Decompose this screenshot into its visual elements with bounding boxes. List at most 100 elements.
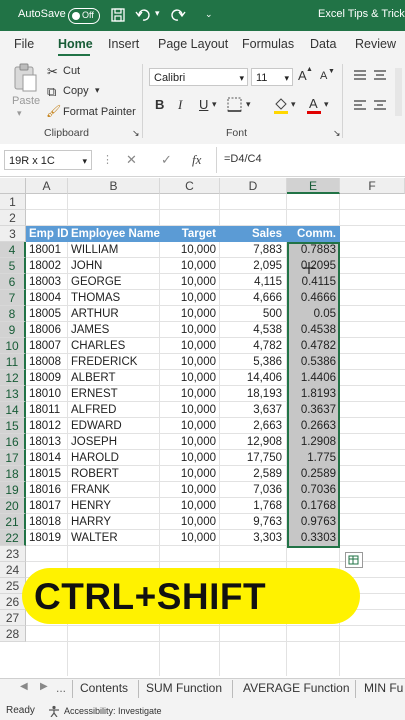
table-cell[interactable]: 1,768 bbox=[220, 498, 287, 514]
table-cell[interactable]: 18006 bbox=[26, 322, 68, 338]
table-header-cell[interactable]: Employee Name bbox=[68, 226, 160, 242]
row-header[interactable]: 3 bbox=[0, 226, 26, 242]
table-cell[interactable]: 4,666 bbox=[220, 290, 287, 306]
table-cell[interactable]: 10,000 bbox=[160, 338, 220, 354]
font-launcher-icon[interactable]: ↘ bbox=[333, 128, 341, 139]
column-header-f[interactable]: F bbox=[340, 178, 405, 194]
tab-page-layout[interactable]: Page Layout bbox=[158, 37, 228, 51]
copy-icon[interactable]: ⧉ bbox=[47, 84, 56, 100]
name-box[interactable]: 19R x 1C ▾ bbox=[4, 150, 92, 170]
accessibility-status[interactable]: Accessibility: Investigate bbox=[64, 706, 162, 716]
table-cell[interactable]: JAMES bbox=[68, 322, 160, 338]
table-cell[interactable]: 14,406 bbox=[220, 370, 287, 386]
row-header[interactable]: 15 bbox=[0, 418, 26, 434]
row-header[interactable]: 28 bbox=[0, 626, 26, 642]
next-sheet-icon[interactable]: ▶ bbox=[40, 681, 48, 692]
table-cell[interactable]: ROBERT bbox=[68, 466, 160, 482]
table-cell[interactable]: 10,000 bbox=[160, 514, 220, 530]
table-cell[interactable]: THOMAS bbox=[68, 290, 160, 306]
row-header[interactable]: 11 bbox=[0, 354, 26, 370]
table-cell[interactable]: ERNEST bbox=[68, 386, 160, 402]
table-cell[interactable]: EDWARD bbox=[68, 418, 160, 434]
table-cell[interactable]: 18016 bbox=[26, 482, 68, 498]
enter-icon[interactable]: ✓ bbox=[161, 152, 172, 168]
tab-insert[interactable]: Insert bbox=[108, 37, 139, 51]
column-header-e[interactable]: E bbox=[287, 178, 340, 194]
row-header[interactable]: 22 bbox=[0, 530, 26, 546]
table-cell[interactable]: 18013 bbox=[26, 434, 68, 450]
row-header[interactable]: 23 bbox=[0, 546, 26, 562]
decrease-font-size-icon[interactable]: A bbox=[320, 70, 327, 82]
table-cell[interactable]: 7,883 bbox=[220, 242, 287, 258]
row-header[interactable]: 12 bbox=[0, 370, 26, 386]
format-painter-icon[interactable]: 🖌 bbox=[46, 104, 61, 118]
table-cell[interactable]: 18014 bbox=[26, 450, 68, 466]
table-cell[interactable]: 10,000 bbox=[160, 418, 220, 434]
row-header[interactable]: 7 bbox=[0, 290, 26, 306]
table-cell[interactable]: 18003 bbox=[26, 274, 68, 290]
sheet-tab-sum-function[interactable]: SUM Function bbox=[146, 681, 222, 695]
table-cell[interactable]: 5,386 bbox=[220, 354, 287, 370]
copy-button[interactable]: Copy bbox=[63, 85, 89, 97]
sheet-tab-average-function[interactable]: AVERAGE Function bbox=[243, 681, 350, 695]
cut-button[interactable]: Cut bbox=[63, 65, 80, 77]
alignment-icons[interactable] bbox=[352, 68, 402, 116]
row-header[interactable]: 21 bbox=[0, 514, 26, 530]
row-header[interactable]: 14 bbox=[0, 402, 26, 418]
table-cell[interactable]: 10,000 bbox=[160, 498, 220, 514]
table-cell[interactable]: WILLIAM bbox=[68, 242, 160, 258]
quick-analysis-icon[interactable] bbox=[345, 552, 363, 568]
fill-color-dropdown-icon[interactable]: ▾ bbox=[291, 99, 296, 110]
table-cell[interactable]: HAROLD bbox=[68, 450, 160, 466]
table-cell[interactable]: 10,000 bbox=[160, 402, 220, 418]
sheet-tab-contents[interactable]: Contents bbox=[80, 681, 128, 695]
table-cell[interactable]: 10,000 bbox=[160, 258, 220, 274]
row-header[interactable]: 10 bbox=[0, 338, 26, 354]
table-cell[interactable]: GEORGE bbox=[68, 274, 160, 290]
insert-function-icon[interactable]: fx bbox=[192, 152, 201, 168]
table-cell[interactable]: 12,908 bbox=[220, 434, 287, 450]
table-cell[interactable]: 10,000 bbox=[160, 274, 220, 290]
table-cell[interactable]: 18005 bbox=[26, 306, 68, 322]
accessibility-icon[interactable] bbox=[48, 705, 60, 717]
table-cell[interactable]: 10,000 bbox=[160, 370, 220, 386]
table-header-cell[interactable]: Sales bbox=[220, 226, 287, 242]
table-cell[interactable]: 4,115 bbox=[220, 274, 287, 290]
table-cell[interactable]: WALTER bbox=[68, 530, 160, 546]
sheet-tab-min-function[interactable]: MIN Fu bbox=[364, 681, 403, 695]
customize-toolbar-icon[interactable]: ⌄ bbox=[205, 9, 213, 20]
paste-dropdown-icon[interactable]: ▾ bbox=[17, 108, 22, 119]
table-cell[interactable]: FRANK bbox=[68, 482, 160, 498]
column-header-c[interactable]: C bbox=[160, 178, 220, 194]
table-cell[interactable]: 18001 bbox=[26, 242, 68, 258]
italic-button[interactable]: I bbox=[178, 97, 182, 113]
table-cell[interactable]: 4,538 bbox=[220, 322, 287, 338]
tab-home[interactable]: Home bbox=[58, 37, 93, 51]
table-cell[interactable]: 18010 bbox=[26, 386, 68, 402]
row-header[interactable]: 20 bbox=[0, 498, 26, 514]
table-header-cell[interactable]: Emp ID bbox=[26, 226, 68, 242]
table-cell[interactable]: 500 bbox=[220, 306, 287, 322]
cut-icon[interactable]: ✂ bbox=[47, 64, 58, 80]
undo-dropdown-icon[interactable]: ▾ bbox=[155, 8, 160, 19]
table-cell[interactable]: HENRY bbox=[68, 498, 160, 514]
table-cell[interactable]: 3,303 bbox=[220, 530, 287, 546]
table-cell[interactable]: ARTHUR bbox=[68, 306, 160, 322]
redo-icon[interactable] bbox=[170, 7, 186, 23]
format-painter-button[interactable]: Format Painter bbox=[63, 106, 136, 118]
table-cell[interactable]: 10,000 bbox=[160, 306, 220, 322]
bold-button[interactable]: B bbox=[155, 97, 164, 112]
table-cell[interactable]: 18002 bbox=[26, 258, 68, 274]
paste-icon[interactable] bbox=[12, 63, 38, 93]
more-options-icon[interactable]: ⋮ bbox=[102, 153, 113, 166]
row-header[interactable]: 24 bbox=[0, 562, 26, 578]
font-color-icon[interactable]: A bbox=[305, 95, 323, 115]
more-sheets-ellipsis[interactable]: ... bbox=[56, 681, 66, 695]
table-cell[interactable]: 18004 bbox=[26, 290, 68, 306]
row-header[interactable]: 1 bbox=[0, 194, 26, 210]
table-cell[interactable]: HARRY bbox=[68, 514, 160, 530]
row-header[interactable]: 18 bbox=[0, 466, 26, 482]
table-cell[interactable]: 10,000 bbox=[160, 290, 220, 306]
table-cell[interactable]: 10,000 bbox=[160, 386, 220, 402]
table-cell[interactable]: 18007 bbox=[26, 338, 68, 354]
